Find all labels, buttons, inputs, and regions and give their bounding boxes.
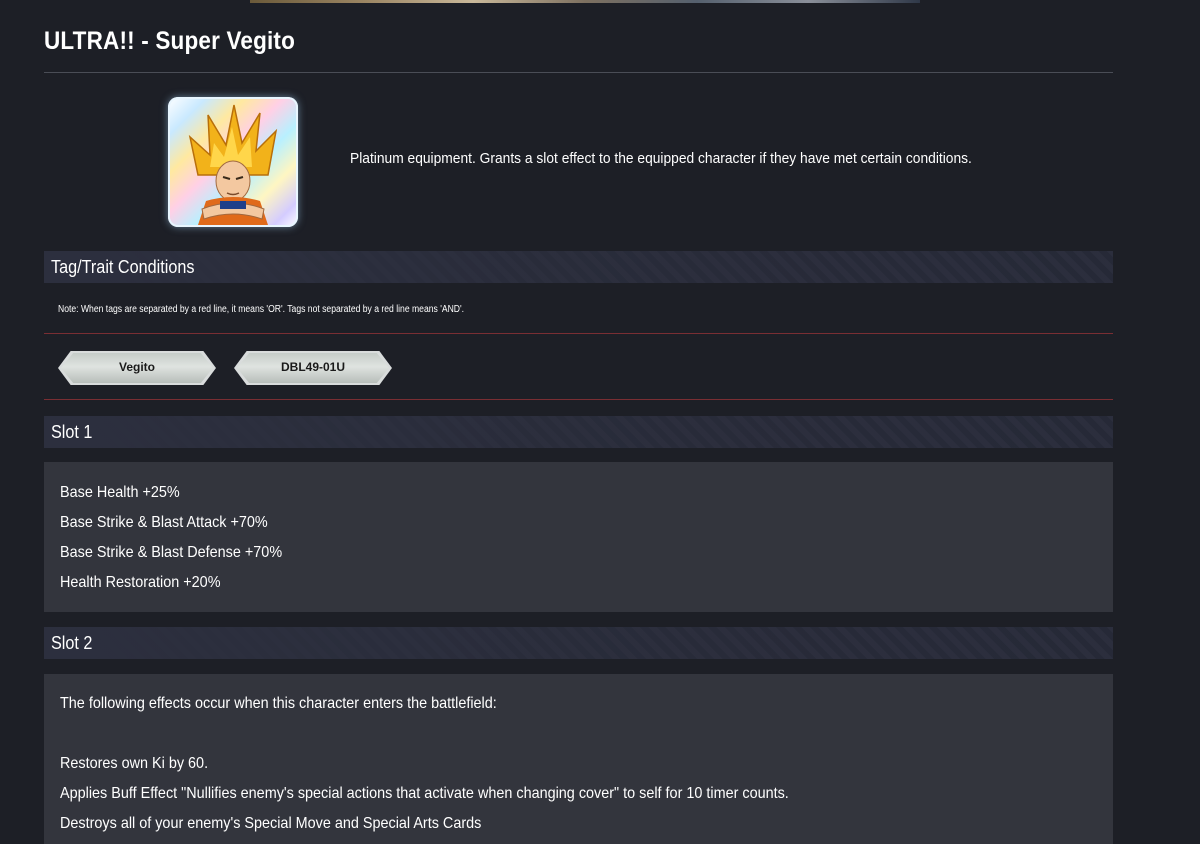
page-title: ULTRA!! - Super Vegito	[44, 27, 296, 55]
tag-trait-conditions-heading: Tag/Trait Conditions	[51, 257, 195, 277]
slot-1-heading: Slot 1	[51, 422, 93, 442]
slot-1-header: Slot 1	[44, 416, 1113, 448]
slot-2-heading: Slot 2	[51, 633, 93, 653]
slot-1-effect: Base Strike & Blast Defense +70%	[60, 544, 283, 561]
tag-label: Vegito	[118, 360, 155, 374]
conditions-note: Note: When tags are separated by a red l…	[58, 304, 465, 315]
slot-1-effect: Base Health +25%	[60, 484, 180, 501]
tag-badge-dbl49-01u[interactable]: DBL49-01U	[234, 351, 392, 385]
conditions-bottom-divider	[44, 399, 1113, 400]
slot-1-effect: Health Restoration +20%	[60, 574, 221, 591]
super-vegito-equipment-icon	[168, 97, 298, 227]
tag-badge-vegito[interactable]: Vegito	[58, 351, 216, 385]
conditions-top-divider	[44, 333, 1113, 334]
slot-2-effect: Destroys all of your enemy's Special Mov…	[60, 815, 482, 832]
title-divider	[44, 72, 1113, 73]
slot-2-effect: Restores own Ki by 60.	[60, 755, 209, 772]
tag-trait-conditions-header: Tag/Trait Conditions	[44, 251, 1113, 283]
slot-2-panel: The following effects occur when this ch…	[44, 674, 1113, 844]
slot-1-effect: Base Strike & Blast Attack +70%	[60, 514, 268, 531]
slot-1-panel: Base Health +25% Base Strike & Blast Att…	[44, 462, 1113, 612]
slot-2-header: Slot 2	[44, 627, 1113, 659]
slot-2-intro: The following effects occur when this ch…	[60, 695, 497, 712]
banner-image-strip	[250, 0, 920, 3]
equipment-description: Platinum equipment. Grants a slot effect…	[350, 150, 972, 167]
slot-2-effect: Applies Buff Effect "Nullifies enemy's s…	[60, 785, 789, 802]
tag-label: DBL49-01U	[280, 360, 346, 374]
